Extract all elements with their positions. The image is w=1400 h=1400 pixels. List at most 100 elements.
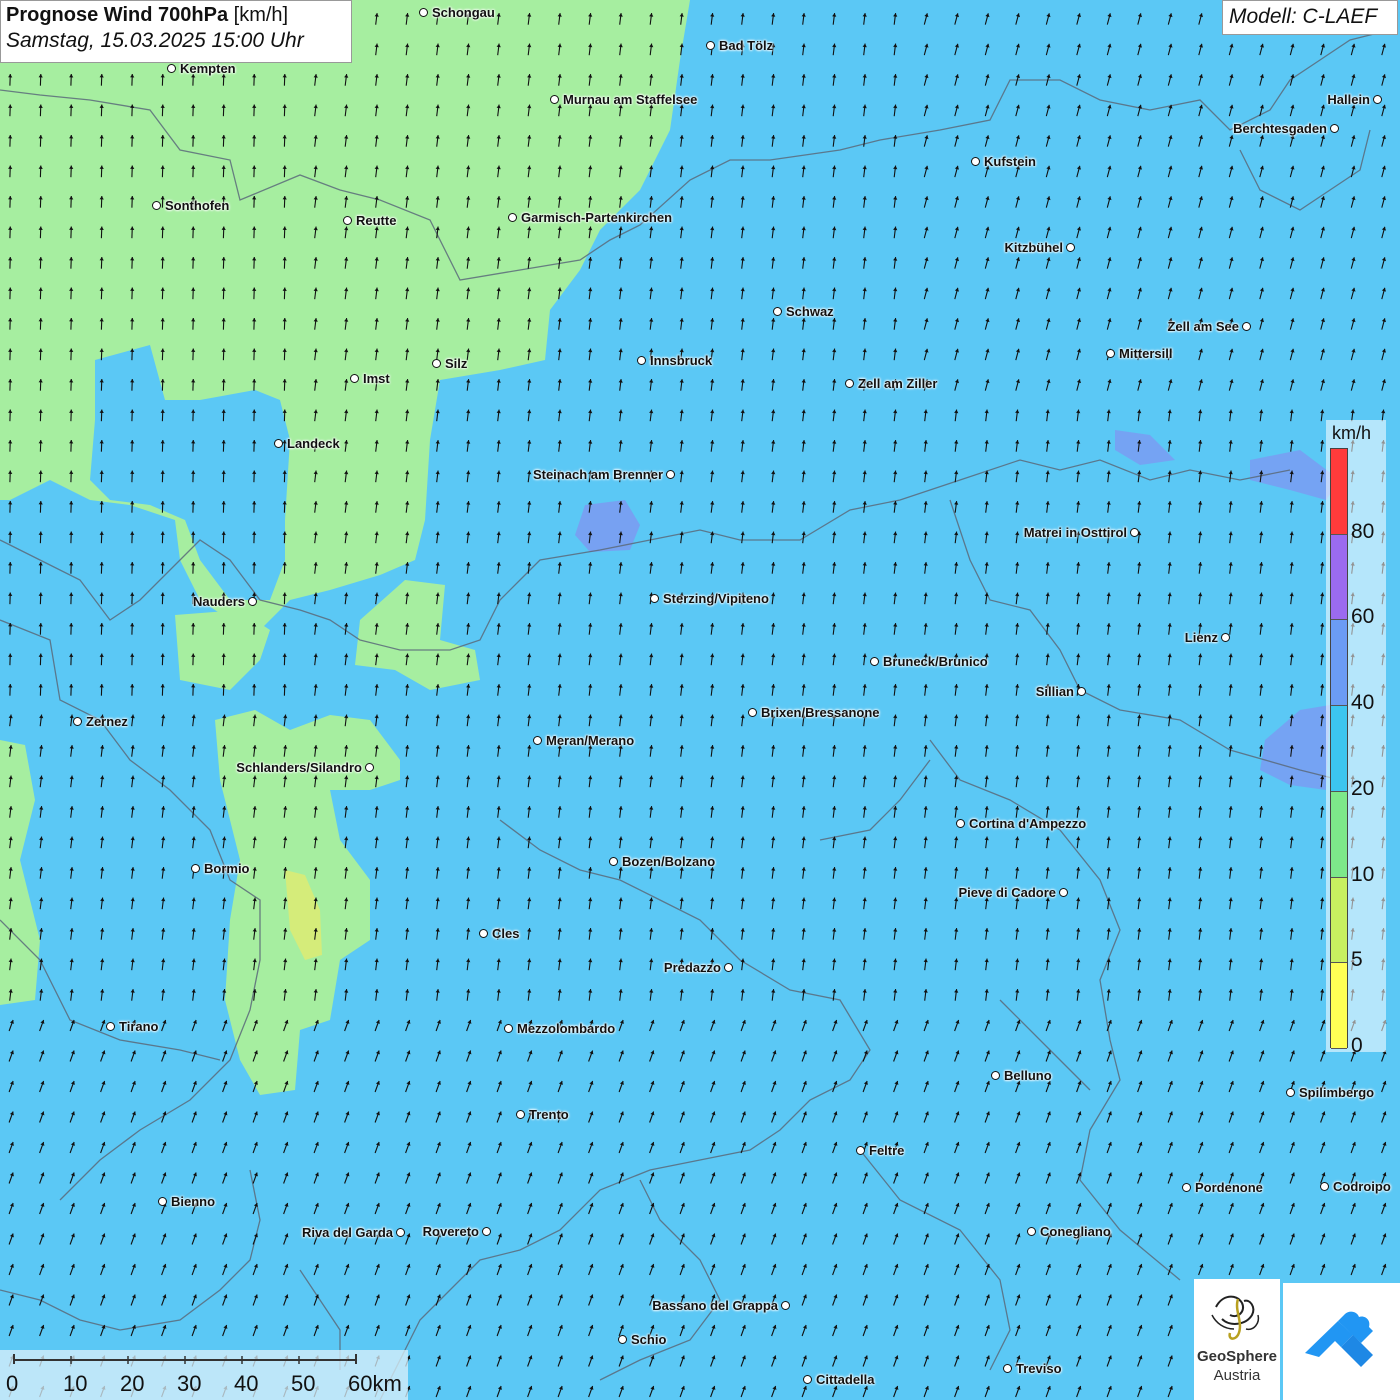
map-title: Prognose Wind 700hPa [km/h] <box>6 4 289 26</box>
scale-tick-label: 0 <box>6 1371 19 1396</box>
city-label: Zell am Ziller <box>858 376 938 391</box>
city-label: Brixen/Bressanone <box>761 705 880 720</box>
city-marker <box>1130 528 1139 537</box>
city-label: Bozen/Bolzano <box>622 854 716 869</box>
title-box: Prognose Wind 700hPa [km/h] Samstag, 15.… <box>0 0 352 63</box>
city-marker <box>432 359 441 368</box>
city-label: Predazzo <box>663 960 721 975</box>
city-marker <box>1330 124 1339 133</box>
city-marker <box>650 594 659 603</box>
city-label: Innsbruck <box>650 353 713 368</box>
city-marker <box>609 857 618 866</box>
city-marker <box>637 356 646 365</box>
logo-name: GeoSphere <box>1196 1348 1278 1365</box>
legend-color-step <box>1331 877 1347 964</box>
legend-color-step <box>1331 963 1347 1049</box>
city-marker <box>748 708 757 717</box>
city-label: Sillian <box>1035 684 1074 699</box>
city-marker <box>971 157 980 166</box>
city-marker <box>396 1228 405 1237</box>
city-label: Rovereto <box>422 1224 479 1239</box>
city-label: Steinach am Brenner <box>532 467 663 482</box>
city-label: Schio <box>631 1332 667 1347</box>
city-marker <box>504 1024 513 1033</box>
city-marker <box>870 657 879 666</box>
city-marker <box>803 1375 812 1384</box>
city-marker <box>248 597 257 606</box>
city-label: Codroipo <box>1333 1179 1391 1194</box>
city-marker <box>482 1227 491 1236</box>
city-marker <box>419 8 428 17</box>
city-label: Conegliano <box>1040 1224 1111 1239</box>
city-label: Belluno <box>1004 1068 1052 1083</box>
legend-color-step <box>1331 791 1347 878</box>
scale-tick-label: 10 <box>63 1371 88 1396</box>
city-label: Garmisch-Partenkirchen <box>521 210 673 225</box>
city-marker <box>508 213 517 222</box>
city-label: Bad Tölz <box>719 38 774 53</box>
city-label: Schlanders/Silandro <box>236 760 362 775</box>
city-marker <box>1077 687 1086 696</box>
legend-tick-label: 60 <box>1351 605 1375 629</box>
city-marker <box>618 1335 627 1344</box>
city-marker <box>1286 1088 1295 1097</box>
city-marker <box>350 374 359 383</box>
app-logo-icon <box>1305 1311 1373 1367</box>
legend-tick-label: 10 <box>1351 862 1375 886</box>
city-marker <box>845 379 854 388</box>
city-marker <box>191 864 200 873</box>
legend-color-step <box>1331 620 1347 707</box>
legend-color-step <box>1331 706 1347 792</box>
city-label: Trento <box>529 1107 569 1122</box>
city-marker <box>73 717 82 726</box>
city-label: Nauders <box>192 594 245 609</box>
legend-unit: km/h <box>1332 423 1372 443</box>
city-marker <box>724 963 733 972</box>
city-marker <box>1221 633 1230 642</box>
city-marker <box>550 95 559 104</box>
city-label: Treviso <box>1016 1361 1062 1376</box>
city-marker <box>1373 95 1382 104</box>
city-marker <box>781 1301 790 1310</box>
logo-sub: Austria <box>1213 1367 1261 1384</box>
geosphere-logo[interactable]: GeoSphere Austria <box>1194 1279 1280 1400</box>
city-label: Cortina d'Ampezzo <box>969 816 1087 831</box>
city-label: Sterzing/Vipiteno <box>663 591 769 606</box>
scale-tick-label: 60km <box>348 1371 402 1396</box>
city-marker <box>706 41 715 50</box>
city-label: Cles <box>492 926 520 941</box>
scale-tick-label: 20 <box>120 1371 145 1396</box>
city-marker <box>1320 1182 1329 1191</box>
legend-tick-label: 0 <box>1351 1034 1363 1057</box>
city-marker <box>106 1022 115 1031</box>
city-label: Landeck <box>287 436 340 451</box>
city-label: Tirano <box>119 1019 159 1034</box>
legend: km/h 80 60 40 20 10 5 0 <box>1326 420 1386 1057</box>
city-label: Mezzolombardo <box>517 1021 616 1036</box>
city-label: Imst <box>363 371 390 386</box>
city-marker <box>856 1146 865 1155</box>
city-label: Kitzbühel <box>1004 240 1064 255</box>
city-marker <box>274 439 283 448</box>
geosphere-icon <box>1211 1295 1260 1340</box>
city-label: Mittersill <box>1119 346 1173 361</box>
city-label: Kempten <box>180 61 236 76</box>
city-label: Berchtesgaden <box>1233 121 1327 136</box>
city-label: Pordenone <box>1195 1180 1263 1195</box>
city-label: Bienno <box>171 1194 216 1209</box>
city-label: Zell am See <box>1167 319 1239 334</box>
city-marker <box>1066 243 1075 252</box>
city-label: Sonthofen <box>165 198 230 213</box>
city-marker <box>343 216 352 225</box>
city-label: Spilimbergo <box>1299 1085 1375 1100</box>
city-marker <box>773 307 782 316</box>
city-marker <box>1182 1183 1191 1192</box>
city-marker <box>479 929 488 938</box>
city-marker <box>991 1071 1000 1080</box>
city-label: Meran/Merano <box>546 733 635 748</box>
legend-color-step <box>1331 534 1347 621</box>
city-marker <box>666 470 675 479</box>
app-logo[interactable] <box>1283 1283 1400 1400</box>
scale-tick-label: 50 <box>291 1371 316 1396</box>
forecast-datetime: Samstag, 15.03.2025 15:00 Uhr <box>6 29 304 52</box>
